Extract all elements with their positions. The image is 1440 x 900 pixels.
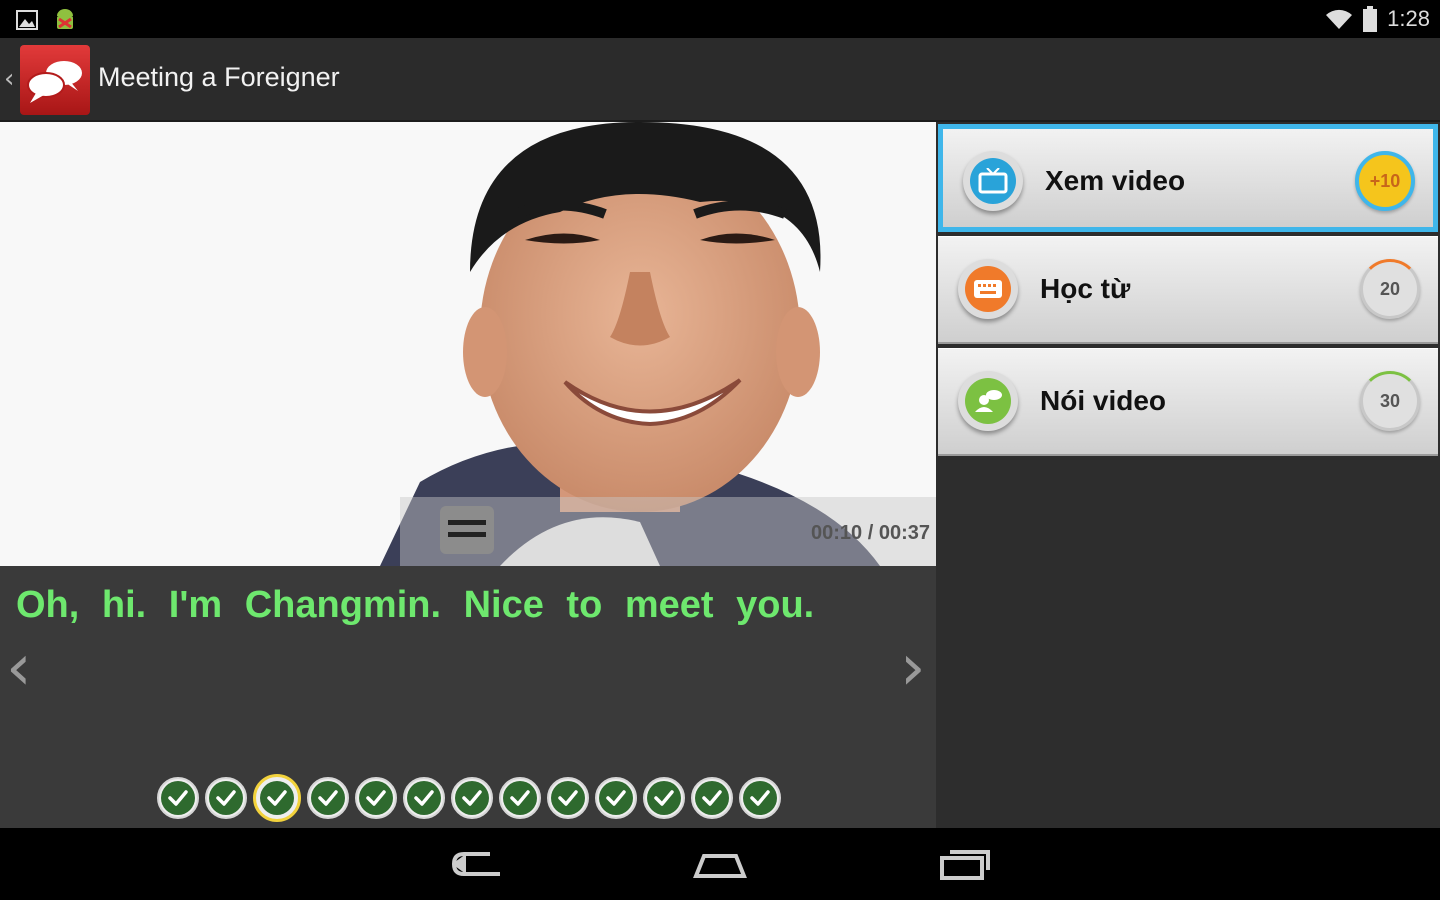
check-icon [558,790,578,806]
check-icon [654,790,674,806]
check-icon [216,790,236,806]
tv-icon [963,151,1023,211]
android-debug-icon [57,9,73,29]
progress-dot[interactable] [595,777,637,819]
check-icon [606,790,626,806]
check-icon [462,790,482,806]
menu-item-label: Xem video [1045,165,1186,196]
previous-arrow-icon[interactable]: ‹ [6,636,32,700]
next-arrow-icon[interactable]: › [900,636,926,700]
keyboard-icon [958,259,1018,319]
progress-dot[interactable] [355,777,397,819]
points-badge: +10 [1355,151,1415,211]
progress-dot[interactable] [547,777,589,819]
progress-dot[interactable] [643,777,685,819]
menu-item-label: Nói video [1040,385,1167,416]
progress-dot[interactable] [739,777,781,819]
back-nav-icon[interactable] [450,846,504,882]
progress-dot[interactable] [205,777,247,819]
status-bar: 1:28 [0,0,1440,38]
image-icon [16,10,38,30]
chat-bubbles-icon [27,61,82,103]
wifi-icon [1326,9,1353,29]
subtitle-panel: Oh, hi. I'm Changmin. Nice to meet you. … [0,566,936,828]
system-nav-bar [0,828,1440,900]
app-logo[interactable] [20,45,90,115]
progress-dot[interactable] [691,777,733,819]
check-icon [318,790,338,806]
check-icon [267,790,287,806]
progress-dot[interactable] [157,777,199,819]
check-icon [414,790,434,806]
check-icon [168,790,188,806]
video-time: 00:10 / 00:37 [811,522,930,544]
points-badge: 30 [1360,371,1420,431]
check-icon [366,790,386,806]
menu-item-hoc-tu[interactable]: Học từ 20 [938,236,1438,344]
menu-item-label: Học từ [1040,273,1131,304]
check-icon [510,790,530,806]
action-bar: ‹ Meeting a Foreigner [0,38,1440,122]
progress-dot[interactable] [253,774,301,822]
progress-dot[interactable] [499,777,541,819]
recent-apps-icon[interactable] [938,846,994,882]
clock: 1:28 [1387,6,1430,31]
page-title: Meeting a Foreigner [98,62,340,92]
points-badge: 20 [1360,259,1420,319]
back-icon[interactable]: ‹ [4,64,14,94]
activity-menu: Xem video +10 Học từ 20 Nói video 30 [936,122,1440,828]
check-icon [750,790,770,806]
home-nav-icon[interactable] [692,846,748,882]
menu-item-noi-video[interactable]: Nói video 30 [938,348,1438,456]
progress-dot[interactable] [307,777,349,819]
subtitle-toggle-button[interactable] [440,506,494,554]
sentence-progress [157,774,781,822]
people-chat-icon [958,371,1018,431]
check-icon [702,790,722,806]
video-player[interactable]: 00:10 / 00:37 [0,122,936,566]
battery-icon [1363,6,1378,32]
progress-dot[interactable] [403,777,445,819]
menu-item-xem-video[interactable]: Xem video +10 [938,124,1438,232]
subtitle-text: Oh, hi. I'm Changmin. Nice to meet you. [16,584,815,626]
progress-dot[interactable] [451,777,493,819]
video-controls: 00:10 / 00:37 [400,497,936,566]
